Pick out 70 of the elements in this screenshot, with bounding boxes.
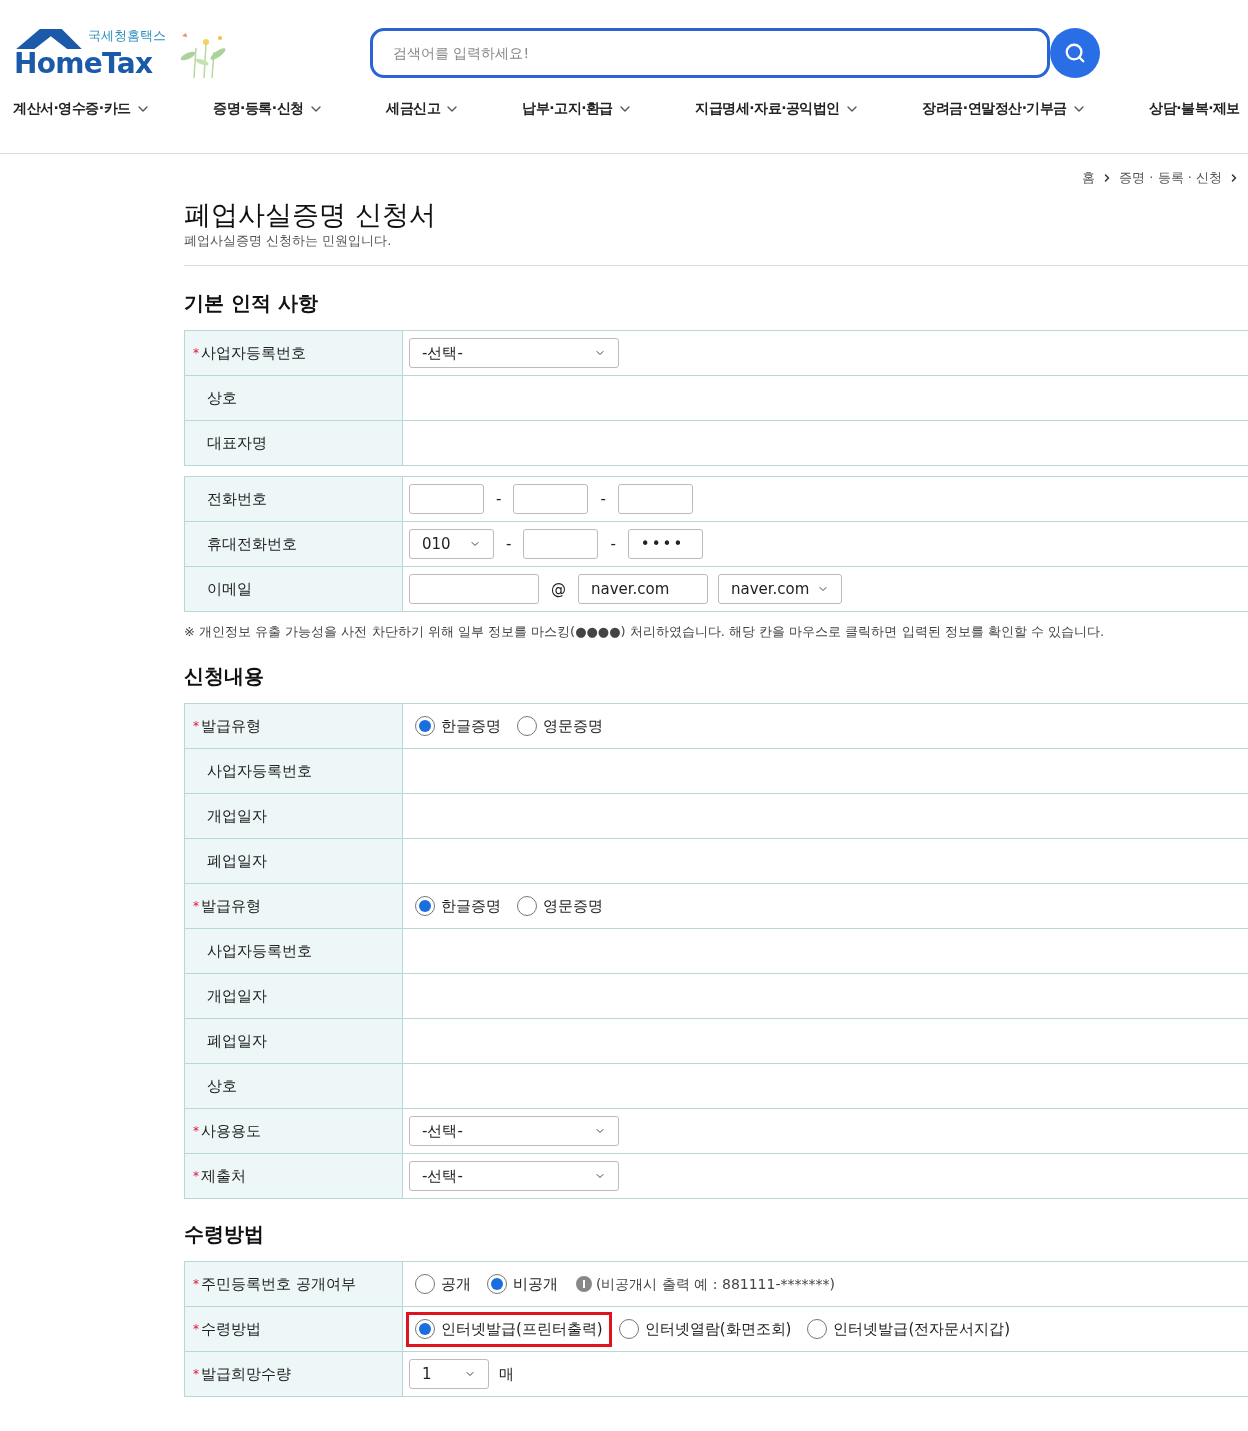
nav-menu-item[interactable]: 장려금·연말정산·기부금 — [922, 98, 1087, 119]
field-label-text: 사업자등록번호 — [201, 342, 306, 364]
field-label-text: 폐업일자 — [207, 1031, 267, 1052]
field-label-text: 폐업일자 — [207, 851, 267, 872]
radio-option[interactable]: 비공개 — [481, 1270, 564, 1299]
select-box[interactable]: -선택- — [409, 1116, 619, 1147]
field-label-text: 발급유형 — [201, 716, 261, 737]
nav-menu-item[interactable]: 증명·등록·신청 — [213, 98, 324, 119]
radio-option[interactable]: 영문증명 — [511, 712, 609, 741]
page-subtitle: 폐업사실증명 신청하는 민원입니다. — [184, 232, 393, 251]
field-label-text: 발급유형 — [201, 896, 261, 917]
field-label-text: 사업자등록번호 — [207, 941, 312, 962]
separator-text: - — [599, 488, 607, 510]
required-mark: * — [193, 1276, 199, 1294]
radio-option[interactable]: 인터넷발급(전자문서지갑) — [801, 1315, 1017, 1344]
radio-option[interactable]: 한글증명 — [409, 712, 507, 741]
radio-option[interactable]: 한글증명 — [409, 892, 507, 921]
field-label-text: 주민등록번호 공개여부 — [201, 1274, 356, 1295]
select-box[interactable]: naver.com — [718, 573, 842, 604]
required-mark: * — [193, 1168, 199, 1186]
field-label-text: 휴대전화번호 — [207, 533, 297, 555]
radio-option[interactable]: 영문증명 — [511, 892, 609, 921]
nav-menu-item[interactable]: 세금신고 — [386, 98, 460, 119]
field-label-text: 개업일자 — [207, 986, 267, 1007]
logo-caption: 국세청홈택스 — [88, 28, 166, 42]
required-mark: * — [193, 344, 199, 362]
field-label-text: 전화번호 — [207, 488, 267, 510]
select-box[interactable]: 1 — [409, 1359, 489, 1390]
required-mark: * — [193, 1321, 199, 1339]
field-label-text: 수령방법 — [201, 1319, 261, 1340]
required-mark: * — [193, 1123, 199, 1141]
required-mark: * — [193, 898, 199, 916]
separator-text: @ — [550, 578, 567, 600]
separator-text: - — [505, 533, 513, 555]
radio-option[interactable]: 인터넷열람(화면조회) — [612, 1315, 798, 1344]
field-label-text: 상호 — [207, 387, 237, 409]
select-box[interactable]: -선택- — [409, 337, 619, 368]
nav-menu-item[interactable]: 계산서·영수증·카드 — [13, 98, 151, 119]
privacy-note: ※ 개인정보 유출 가능성을 사전 차단하기 위해 일부 정보를 마스킹(●●●●) 처리하였습니다. 해당 칸을 마우스로 클릭하면 입력된 정보를 확인할 수 있습니다. — [184, 622, 1106, 641]
nav-menu-item[interactable]: 상담·불복·제보 — [1149, 98, 1240, 119]
field-label-text: 개업일자 — [207, 806, 267, 827]
nav-menu-item[interactable]: 지급명세·자료·공익법인 — [695, 98, 860, 119]
section-title: 신청내용 — [184, 663, 265, 691]
radio-option[interactable]: 공개 — [409, 1270, 477, 1299]
separator-text: - — [609, 533, 617, 555]
nav-menu-item[interactable]: 납부·고지·환급 — [522, 98, 633, 119]
section-title: 수령방법 — [184, 1221, 265, 1249]
select-box[interactable]: -선택- — [409, 1161, 619, 1192]
required-mark: * — [193, 718, 199, 736]
separator-text: - — [495, 488, 503, 510]
section-title: 기본 인적 사항 — [184, 289, 319, 317]
radio-option[interactable]: 인터넷발급(프린터출력) — [409, 1315, 609, 1344]
required-mark: * — [193, 1366, 199, 1384]
search-field[interactable]: 검색어를 입력하세요! — [370, 28, 1050, 78]
text-input[interactable]: naver.com — [578, 573, 708, 604]
page-title: 폐업사실증명 신청서 — [184, 197, 437, 232]
info-text: (비공개시 출력 예 : 881111-*******) — [596, 1274, 835, 1294]
field-label-text: 발급희망수량 — [201, 1364, 291, 1385]
field-label-text: 제출처 — [201, 1166, 246, 1187]
breadcrumb-link[interactable]: 홈 — [1082, 168, 1096, 188]
field-label-text: 대표자명 — [207, 432, 267, 454]
breadcrumb-link[interactable]: 증명 · 등록 · 신청 — [1119, 168, 1222, 188]
unit-text: 매 — [499, 1364, 514, 1385]
field-label-text: 사용용도 — [201, 1121, 261, 1142]
field-label-text: 이메일 — [207, 578, 252, 600]
logo-title: HomeTax — [14, 49, 153, 78]
field-label-text: 사업자등록번호 — [207, 761, 312, 782]
field-label-text: 상호 — [207, 1076, 237, 1097]
text-input[interactable]: •••• — [627, 528, 703, 559]
select-box[interactable]: 010 — [409, 528, 494, 559]
